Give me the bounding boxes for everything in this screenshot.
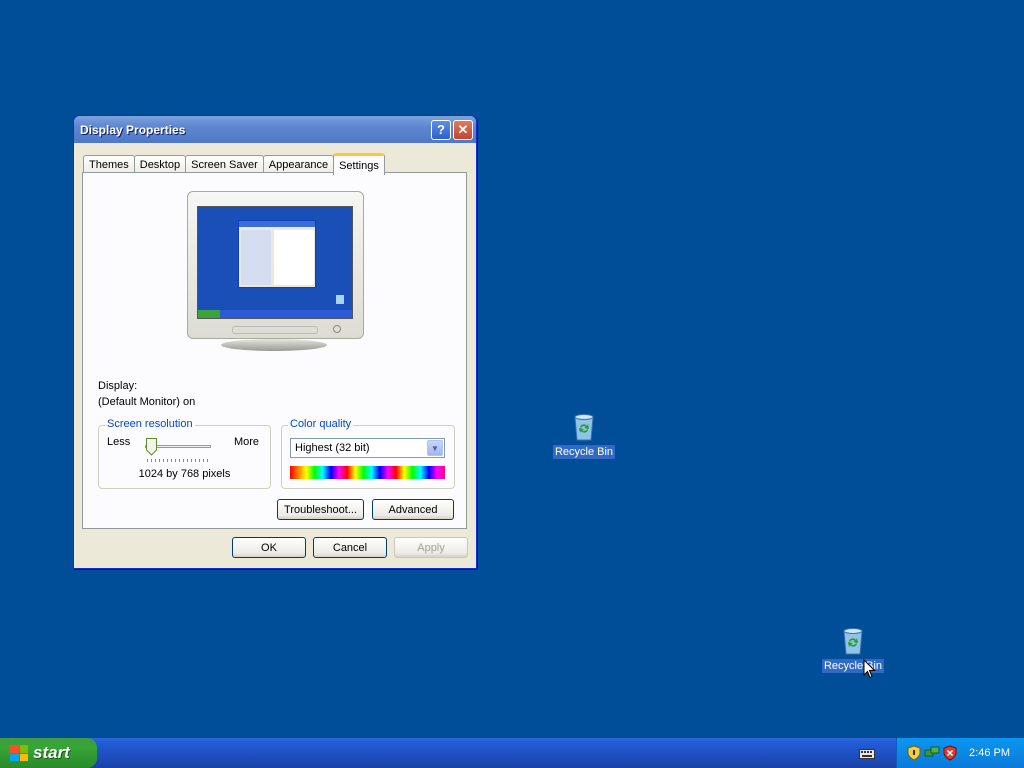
close-icon: ✕	[457, 121, 469, 137]
desktop-icon-recycle-bin[interactable]: Recycle Bin	[552, 411, 616, 459]
group-legend: Screen resolution	[105, 418, 195, 430]
button-label: Cancel	[332, 541, 368, 554]
windows-flag-icon	[10, 745, 28, 761]
recycle-bin-icon	[568, 411, 600, 443]
tab-strip: Themes Desktop Screen Saver Appearance S…	[83, 152, 385, 175]
tab-label: Settings	[339, 159, 379, 172]
security-shield-icon[interactable]	[907, 745, 921, 761]
preview-window	[238, 220, 316, 288]
ok-button[interactable]: OK	[232, 537, 306, 558]
monitor-preview	[187, 191, 364, 339]
button-label: Advanced	[388, 503, 438, 516]
button-label: Troubleshoot...	[284, 503, 357, 516]
monitor-screen	[197, 206, 353, 319]
window-title: Display Properties	[80, 122, 186, 137]
preview-start	[198, 310, 220, 318]
clock[interactable]: 2:46 PM	[969, 747, 1010, 759]
slider-ticks	[147, 459, 211, 462]
tab-settings[interactable]: Settings	[333, 153, 385, 175]
color-spectrum-bar	[290, 466, 445, 479]
color-quality-group: Color quality Highest (32 bit) ▼	[281, 418, 455, 489]
system-tray: 2:46 PM	[896, 738, 1024, 768]
less-label: Less	[107, 436, 131, 448]
close-button[interactable]: ✕	[453, 119, 473, 140]
resolution-value: 1024 by 768 pixels	[138, 468, 231, 480]
network-icon[interactable]	[924, 745, 940, 761]
mouse-cursor-icon	[863, 659, 876, 679]
display-properties-window: Display Properties ? ✕ Themes Desktop Sc…	[73, 115, 477, 569]
help-button[interactable]: ?	[431, 119, 451, 140]
tab-label: Appearance	[268, 159, 329, 171]
alert-shield-icon[interactable]	[943, 745, 957, 761]
button-label: OK	[261, 541, 277, 554]
taskbar: start 2:46 PM	[0, 738, 1024, 768]
display-label: Display:	[98, 380, 138, 392]
color-quality-select[interactable]: Highest (32 bit) ▼	[290, 438, 445, 458]
button-label: Apply	[417, 541, 445, 554]
screen-resolution-group: Screen resolution Less More 1024 by 768 …	[98, 418, 271, 489]
more-label: More	[233, 436, 259, 448]
resolution-slider-thumb[interactable]	[146, 438, 157, 456]
group-legend: Color quality	[288, 418, 354, 430]
help-icon: ?	[437, 122, 445, 137]
apply-button[interactable]: Apply	[394, 537, 468, 558]
color-quality-value: Highest (32 bit)	[295, 442, 370, 454]
tab-label: Desktop	[139, 159, 181, 171]
cancel-button[interactable]: Cancel	[313, 537, 387, 558]
settings-panel: Display: (Default Monitor) on Screen res…	[82, 172, 467, 529]
tab-label: Themes	[89, 159, 129, 171]
desktop-icon-label: Recycle Bin	[552, 445, 616, 459]
display-info: Display: (Default Monitor) on	[98, 378, 195, 410]
monitor-slot	[232, 326, 318, 334]
monitor-power-icon	[333, 325, 341, 333]
title-bar[interactable]: Display Properties ? ✕	[74, 116, 476, 143]
recycle-bin-icon	[837, 625, 869, 657]
troubleshoot-button[interactable]: Troubleshoot...	[277, 499, 364, 520]
preview-taskbar	[198, 310, 352, 318]
tab-label: Screen Saver	[191, 159, 258, 171]
monitor-stand	[221, 339, 327, 351]
preview-recycle-icon	[336, 295, 344, 304]
display-value: (Default Monitor) on	[98, 396, 196, 408]
advanced-button[interactable]: Advanced	[372, 499, 454, 520]
start-label: start	[33, 743, 70, 762]
keyboard-icon[interactable]	[859, 747, 875, 759]
start-button[interactable]: start	[0, 738, 97, 768]
chevron-down-icon[interactable]: ▼	[427, 440, 443, 456]
